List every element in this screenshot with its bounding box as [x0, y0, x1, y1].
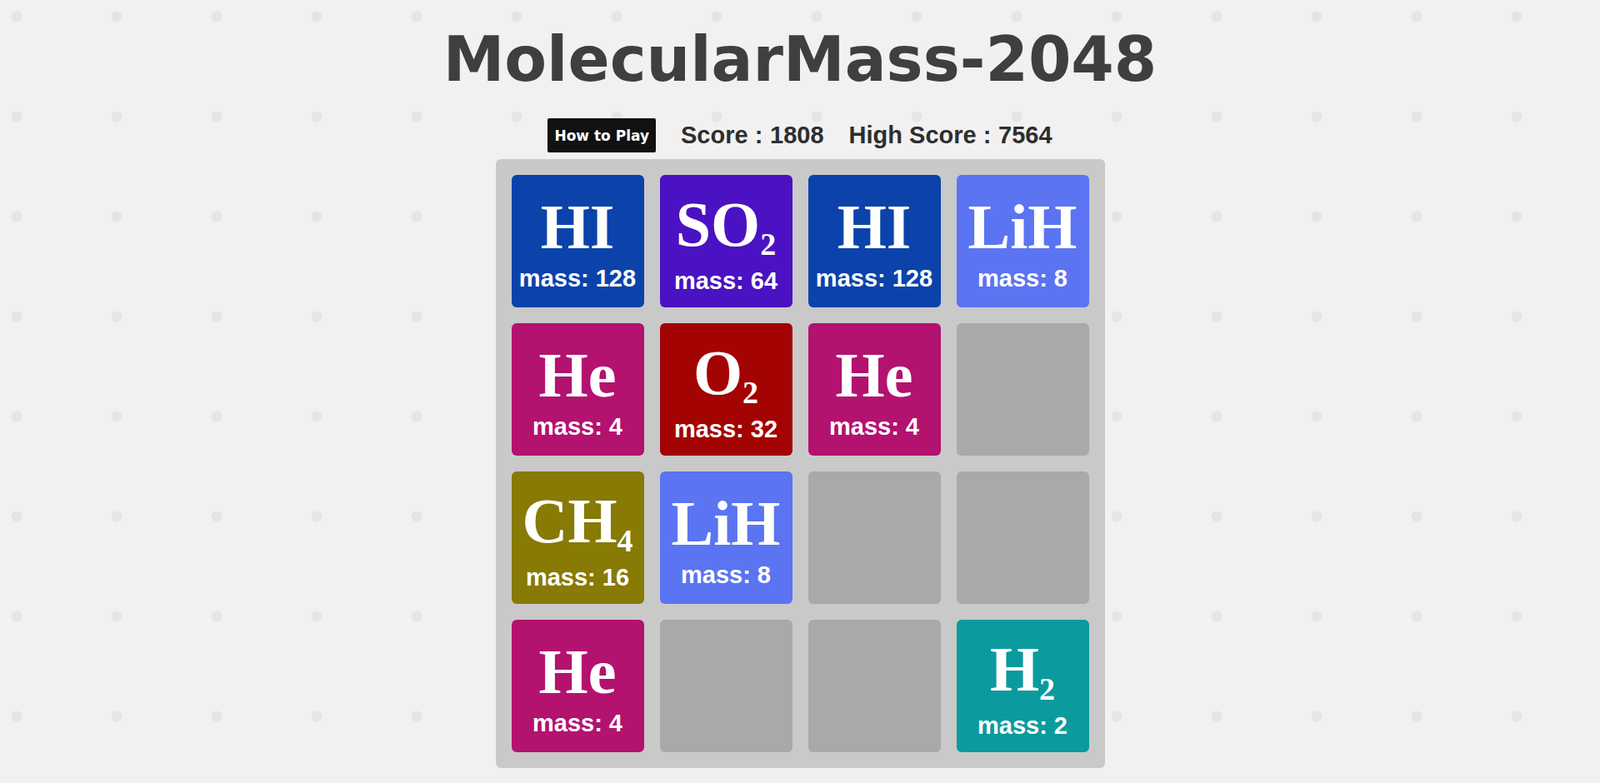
- tile-mass: mass: 8: [977, 265, 1068, 293]
- tile-formula: HI: [837, 195, 912, 259]
- high-score: High Score :7564: [849, 121, 1053, 150]
- tile-mass: mass: 64: [674, 267, 778, 295]
- molecule-tile: HI mass: 128: [511, 175, 645, 308]
- molecule-tile: LiH mass: 8: [660, 471, 793, 605]
- tile-mass: mass: 4: [532, 710, 623, 738]
- molecule-tile: CH4 mass: 16: [511, 471, 645, 605]
- tile-formula: He: [539, 343, 617, 407]
- game-board[interactable]: HI mass: 128 SO2 mass: 64 HI mass: 128 LiH mass…: [495, 159, 1105, 769]
- tile-mass: mass: 4: [829, 413, 920, 441]
- tile-mass: mass: 128: [519, 265, 636, 293]
- tile-formula: LiH: [671, 491, 781, 555]
- molecule-tile: LiH mass: 8: [956, 175, 1090, 308]
- tile-formula: CH4: [522, 489, 634, 557]
- high-score-value: 7564: [998, 121, 1053, 150]
- tile-mass: mass: 128: [815, 265, 933, 293]
- tile-mass: mass: 2: [977, 712, 1068, 740]
- how-to-play-button[interactable]: How to Play: [547, 118, 656, 153]
- empty-cell: [660, 620, 793, 753]
- tile-mass: mass: 4: [532, 413, 623, 441]
- score: Score :1808: [680, 121, 825, 150]
- tile-formula: O2: [693, 340, 759, 409]
- empty-cell: [808, 620, 941, 753]
- game-page: MolecularMass-2048 How to Play Score :1808…: [0, 0, 1600, 783]
- tile-formula: He: [539, 640, 617, 704]
- molecule-tile: SO2 mass: 64: [660, 175, 793, 308]
- tile-formula: H2: [990, 637, 1055, 705]
- game-title: MolecularMass-2048: [443, 23, 1158, 95]
- empty-cell: [956, 471, 1090, 605]
- molecule-tile: He mass: 4: [511, 323, 645, 456]
- tile-mass: mass: 32: [674, 415, 778, 444]
- molecule-tile: He mass: 4: [511, 620, 645, 753]
- molecule-tile: H2 mass: 2: [956, 620, 1090, 753]
- empty-cell: [808, 471, 941, 605]
- tile-formula: LiH: [968, 195, 1078, 259]
- score-value: 1808: [770, 121, 825, 150]
- empty-cell: [956, 323, 1090, 456]
- tile-formula: He: [835, 343, 914, 407]
- tile-mass: mass: 8: [680, 561, 771, 590]
- molecule-tile: He mass: 4: [808, 323, 941, 456]
- molecule-tile: HI mass: 128: [808, 175, 941, 308]
- molecule-tile: O2 mass: 32: [660, 323, 793, 456]
- score-label: Score :: [680, 121, 763, 150]
- tile-formula: HI: [540, 195, 615, 259]
- score-bar: How to Play Score :1808 High Score :7564: [547, 118, 1052, 153]
- high-score-label: High Score :: [849, 121, 992, 150]
- tile-formula: SO2: [675, 192, 776, 260]
- tile-mass: mass: 16: [525, 564, 630, 592]
